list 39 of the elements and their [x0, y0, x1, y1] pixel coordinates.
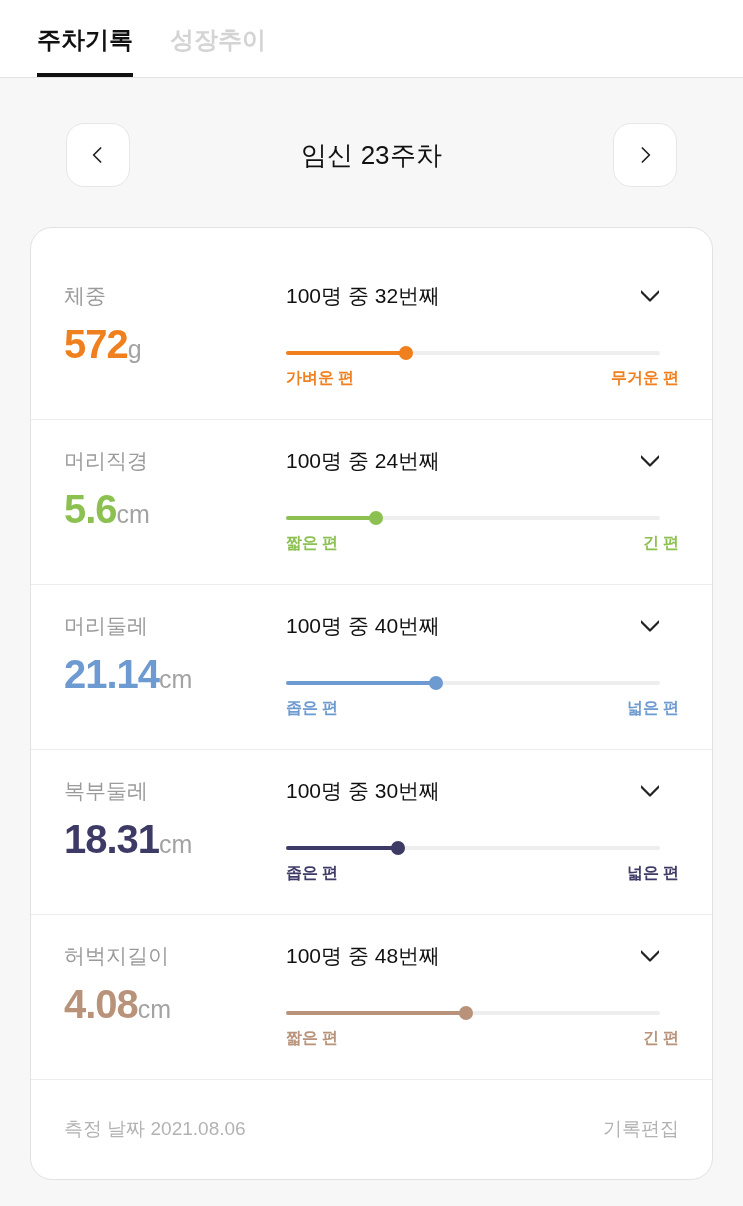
- scale-max-label: 넓은 편: [626, 698, 679, 718]
- unit-text: cm: [116, 500, 150, 530]
- measure-value: 572: [64, 321, 128, 368]
- measure-label: 복부둘레: [64, 778, 149, 804]
- measure-label: 머리둘레: [64, 613, 149, 639]
- tab[interactable]: 주차기록: [37, 0, 133, 77]
- unit-text: cm: [159, 665, 193, 695]
- chevron-icon: [641, 947, 659, 965]
- rank-text: 100명 중 48번째: [286, 943, 441, 969]
- scale-min-label: 가벼운 편: [286, 368, 355, 388]
- chevron-icon: [641, 782, 659, 800]
- chevron-icon: [641, 452, 659, 470]
- scale-min-label: 좁은 편: [286, 863, 339, 883]
- unit-text: cm: [159, 830, 193, 860]
- measure-value: 5.6: [64, 486, 117, 533]
- measure-label: 허벅지길이: [64, 943, 170, 969]
- unit-text: g: [127, 335, 142, 365]
- scale-max-label: 넓은 편: [626, 863, 679, 883]
- week-title: 임신 23주차: [301, 139, 442, 172]
- scale-min-label: 짧은 편: [286, 533, 339, 553]
- scale-min-label: 짧은 편: [286, 1028, 339, 1048]
- scale-min-label: 좁은 편: [286, 698, 339, 718]
- measure-value: 21.14: [64, 651, 160, 698]
- edit-record-link[interactable]: 기록편집: [603, 1115, 679, 1144]
- measure-value: 18.31: [64, 816, 160, 863]
- measure-date: 측정 날짜 2021.08.06: [64, 1117, 246, 1142]
- rank-text: 100명 중 32번째: [286, 283, 441, 309]
- measure-value: 4.08: [64, 981, 138, 1028]
- rank-text: 100명 중 40번째: [286, 613, 441, 639]
- unit-text: cm: [137, 995, 172, 1025]
- rank-text: 100명 중 30번째: [286, 778, 441, 804]
- scale-max-label: 무거운 편: [610, 368, 679, 388]
- chevron-icon: [641, 287, 659, 305]
- measure-label: 체중: [64, 283, 107, 309]
- scale-max-label: 긴 편: [642, 1028, 679, 1048]
- rank-text: 100명 중 24번째: [286, 448, 441, 474]
- measure-label: 머리직경: [64, 448, 149, 474]
- scale-max-label: 긴 편: [642, 533, 679, 553]
- chevron-icon: [641, 617, 659, 635]
